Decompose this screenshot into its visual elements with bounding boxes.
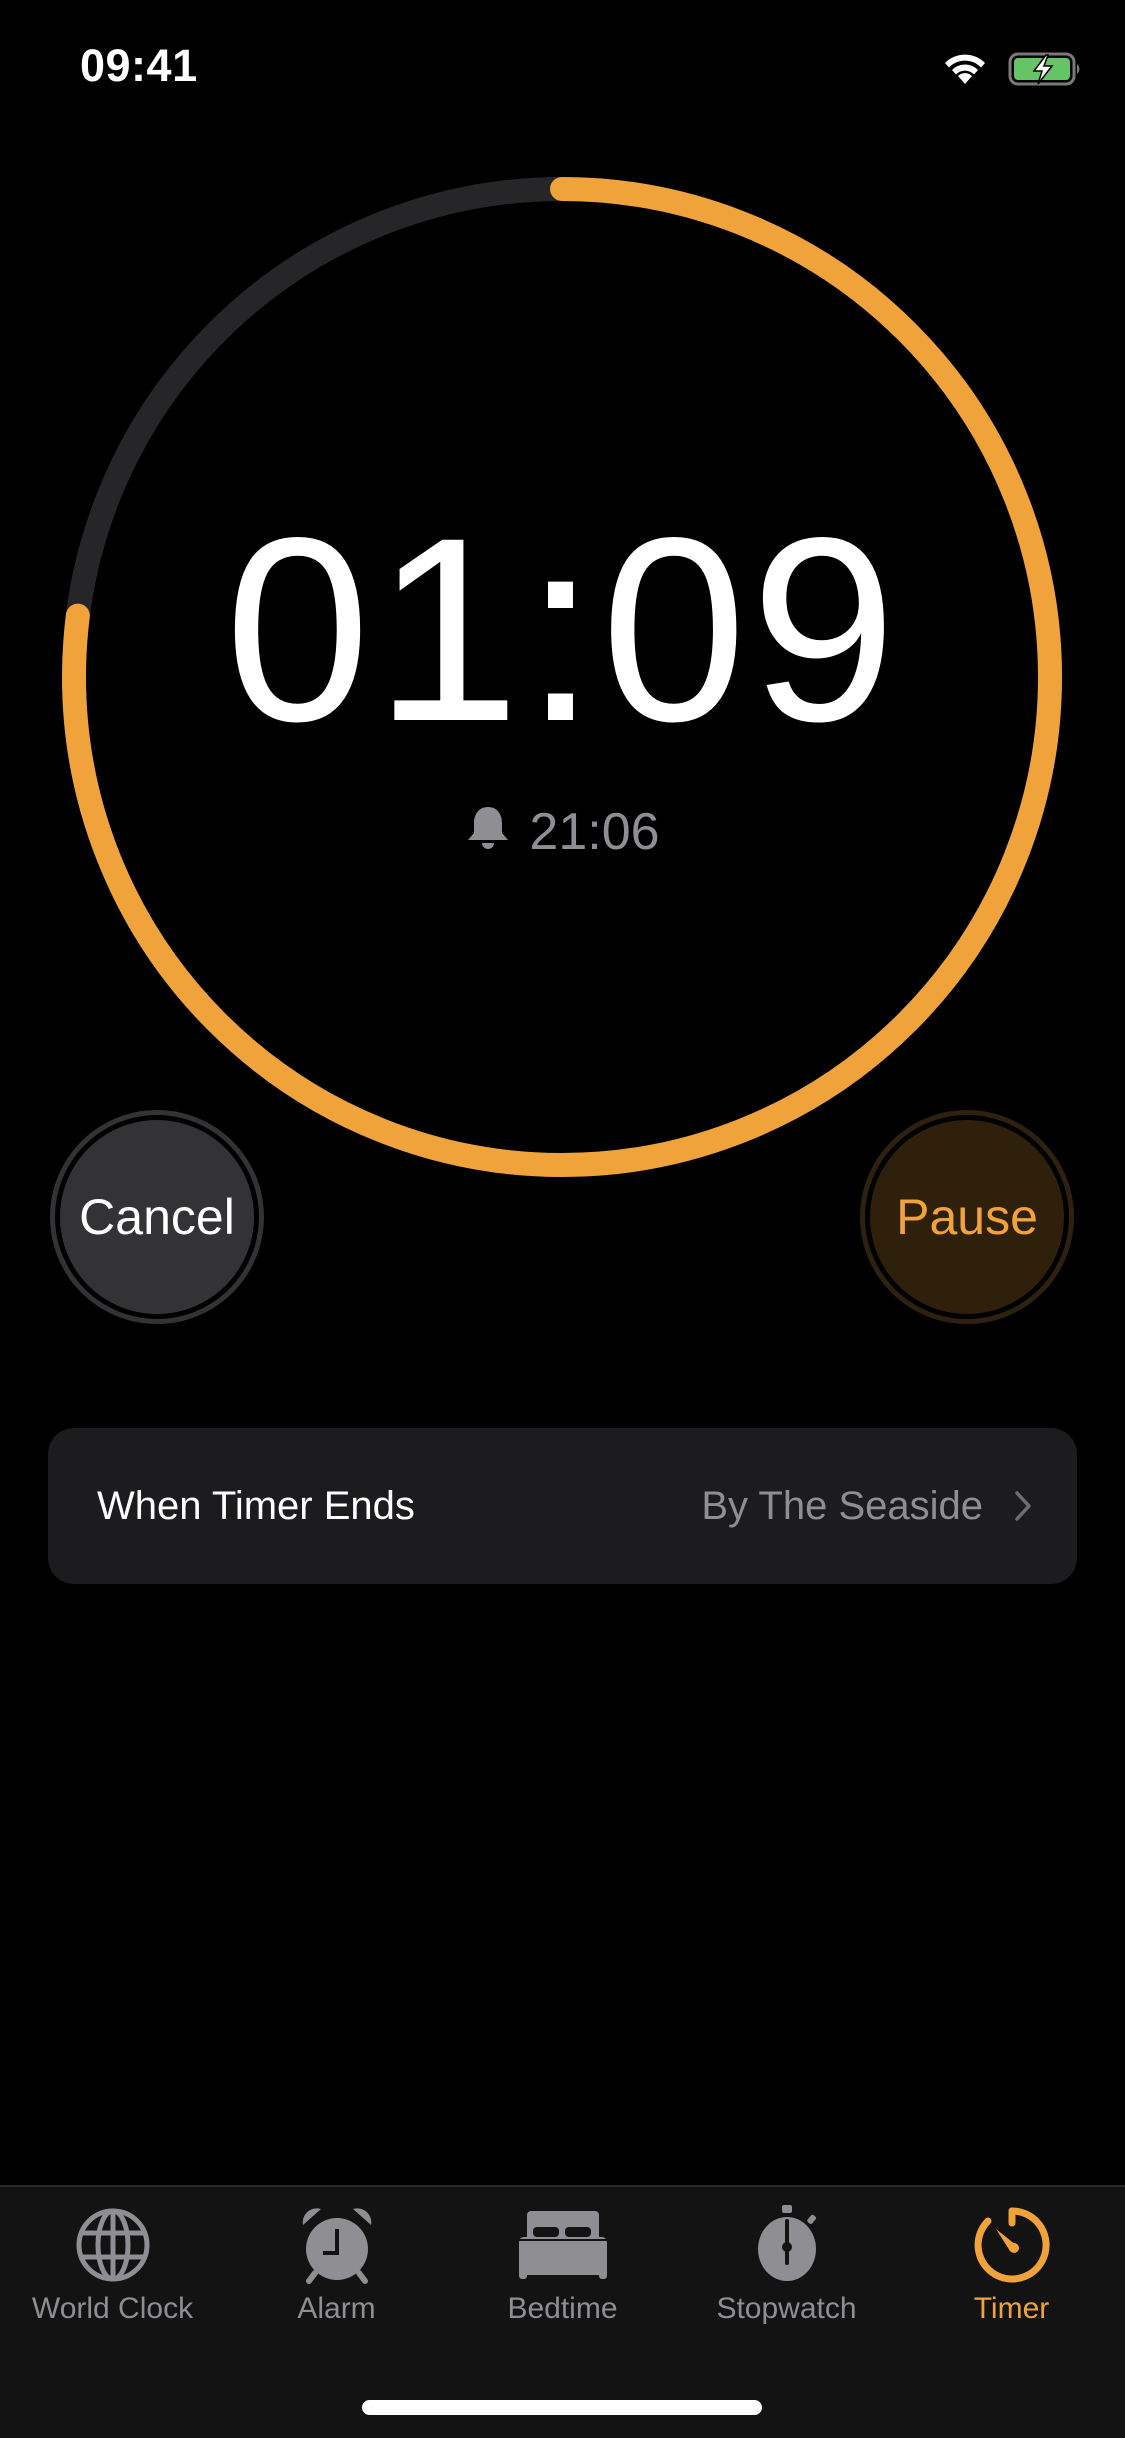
tab-label: Alarm xyxy=(297,2292,376,2325)
cancel-button[interactable]: Cancel xyxy=(50,1110,264,1324)
tab-label: Stopwatch xyxy=(716,2292,857,2325)
tab-stopwatch[interactable]: Stopwatch xyxy=(674,2187,899,2357)
timer-digit: 0 xyxy=(600,483,751,776)
globe-icon xyxy=(76,2208,149,2282)
row-value: By The Seaside xyxy=(701,1484,983,1528)
timer-digit: 1 xyxy=(374,483,525,776)
end-time-value: 21:06 xyxy=(529,803,660,861)
cancel-button-label: Cancel xyxy=(79,1189,235,1245)
timer-digit: 9 xyxy=(750,483,901,776)
bell-icon xyxy=(468,807,509,849)
tab-alarm[interactable]: Alarm xyxy=(224,2187,449,2357)
pause-button-label: Pause xyxy=(896,1189,1038,1245)
row-label: When Timer Ends xyxy=(97,1484,415,1528)
timer-remaining: 01:09 xyxy=(0,483,1125,776)
tab-world-clock[interactable]: World Clock xyxy=(0,2187,225,2357)
pause-button[interactable]: Pause xyxy=(860,1110,1074,1324)
home-indicator[interactable] xyxy=(362,2400,762,2415)
when-timer-ends-row[interactable]: When Timer Ends By The Seaside xyxy=(48,1428,1077,1584)
timer-end-time: 21:06 xyxy=(0,800,1125,864)
tab-timer[interactable]: Timer xyxy=(899,2187,1124,2357)
timer-digit: 0 xyxy=(224,483,375,776)
bed-icon xyxy=(518,2211,607,2279)
alarm-clock-icon xyxy=(302,2208,371,2284)
tab-label: Timer xyxy=(973,2292,1050,2325)
tab-bar: World Clock Alarm Bedtime Stopwatch Time… xyxy=(0,2185,1125,2438)
chevron-right-icon xyxy=(1015,1491,1031,1521)
tab-bedtime[interactable]: Bedtime xyxy=(450,2187,675,2357)
tab-label: Bedtime xyxy=(507,2292,618,2325)
timer-icon xyxy=(974,2207,1050,2283)
timer-colon: : xyxy=(524,483,601,776)
stopwatch-icon xyxy=(757,2205,816,2281)
tab-label: World Clock xyxy=(31,2292,194,2325)
